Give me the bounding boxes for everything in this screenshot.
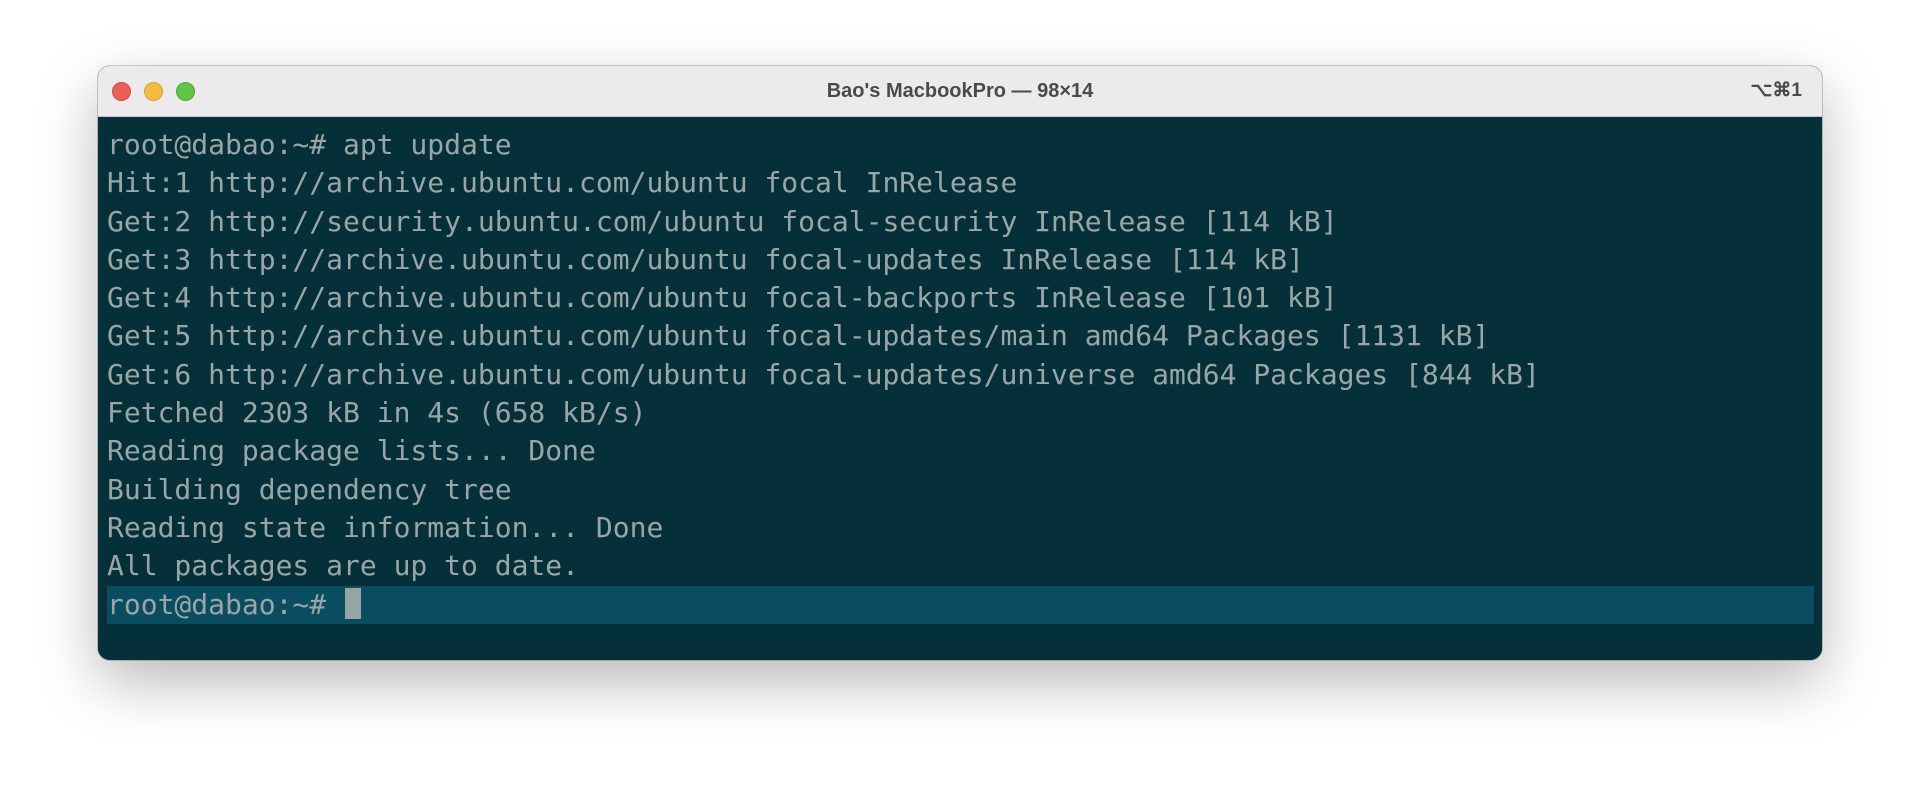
terminal-line: Get:6 http://archive.ubuntu.com/ubuntu f… [107,357,1540,391]
terminal-prompt-line[interactable]: root@dabao:~# [107,585,1814,624]
terminal-line: Hit:1 http://archive.ubuntu.com/ubuntu f… [107,166,1018,200]
window-shortcut-label: ⌥⌘1 [1750,80,1802,101]
window-title: Bao's MacbookPro — 98×14 [826,80,1094,102]
terminal-line: All packages are up to date. [107,549,580,583]
terminal-window: Bao's MacbookPro — 98×14 ⌥⌘1 root@dabao:… [98,66,1822,660]
terminal-line: Fetched 2303 kB in 4s (658 kB/s) [107,396,647,430]
terminal-cursor [345,588,362,620]
window-titlebar[interactable]: Bao's MacbookPro — 98×14 ⌥⌘1 [98,66,1822,117]
terminal-line: Reading state information... Done [107,510,664,544]
terminal-prompt: root@dabao:~# [107,587,344,621]
terminal-line: Building dependency tree [107,472,512,506]
screenshot-stage: Bao's MacbookPro — 98×14 ⌥⌘1 root@dabao:… [0,0,1920,789]
terminal-line: Get:4 http://archive.ubuntu.com/ubuntu f… [107,281,1338,315]
terminal-line: Get:2 http://security.ubuntu.com/ubuntu … [107,204,1338,238]
terminal-line: Get:5 http://archive.ubuntu.com/ubuntu f… [107,319,1490,353]
terminal-output[interactable]: root@dabao:~# apt update Hit:1 http://ar… [98,117,1822,660]
terminal-line: root@dabao:~# apt update [107,128,512,161]
terminal-line: Get:3 http://archive.ubuntu.com/ubuntu f… [107,242,1304,276]
terminal-line: Reading package lists... Done [107,434,596,468]
